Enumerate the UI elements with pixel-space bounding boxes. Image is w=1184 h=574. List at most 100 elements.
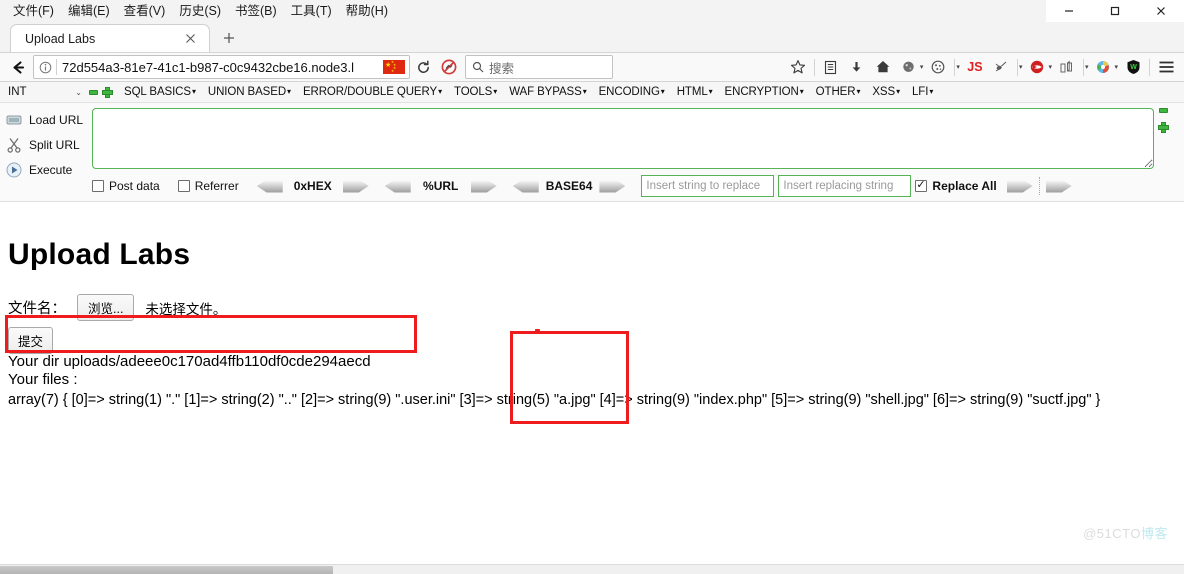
post-data-checkbox[interactable] (92, 180, 104, 192)
replace-secondary-arrow-icon[interactable] (1045, 179, 1072, 193)
adblock-shield-icon[interactable]: W (1120, 54, 1146, 80)
address-bar-url[interactable]: 72d554a3-81e7-41c1-b987-c0c9432cbe16.nod… (57, 60, 383, 75)
useragent-dropdown-icon[interactable]: ▾ (1114, 63, 1118, 71)
hackbar-dropdown-icon[interactable]: ▾ (1048, 63, 1052, 71)
menu-help[interactable]: 帮助(H) (339, 1, 395, 21)
url-decode-arrow-icon[interactable] (384, 179, 411, 193)
files-array-dump: array(7) { [0]=> string(1) "." [1]=> str… (8, 392, 1101, 408)
hackbar-actions: Load URL Split URL Execute (0, 103, 92, 201)
referrer-checkbox[interactable] (177, 180, 190, 192)
menu-arrow-icon: ▾ (929, 87, 934, 96)
proxy-dropdown-icon[interactable]: ▾ (1085, 63, 1089, 71)
label: ERROR/DOUBLE QUERY (302, 86, 438, 98)
replace-with-input[interactable]: Insert replacing string (778, 175, 912, 197)
hackbar-url-textarea[interactable] (92, 108, 1154, 169)
hackbar-menu-sql-basics[interactable]: SQL BASICS▾ (118, 86, 202, 98)
minimize-button[interactable] (1046, 0, 1092, 22)
menu-arrow-icon: ▾ (493, 87, 498, 96)
label: WAF BYPASS (509, 86, 582, 98)
tab-title: Upload Labs (25, 31, 96, 46)
execute-button[interactable]: Execute (0, 157, 92, 182)
base64-encode-arrow-icon[interactable] (599, 179, 626, 193)
base64-codec-label: BASE64 (545, 179, 593, 193)
base64-decode-arrow-icon[interactable] (512, 179, 539, 193)
hackbar-menu-html[interactable]: HTML▾ (671, 86, 719, 98)
replace-divider (1038, 177, 1040, 195)
replace-search-input[interactable]: Insert string to replace (641, 175, 775, 197)
hackbar-type-value: INT (8, 86, 27, 98)
downloads-icon[interactable] (844, 54, 870, 80)
close-button[interactable] (1138, 0, 1184, 22)
search-bar[interactable]: 搜索 (465, 55, 613, 79)
menu-edit[interactable]: 编辑(E) (61, 1, 117, 21)
execute-icon (4, 160, 23, 179)
javascript-toggle-icon[interactable]: JS (962, 54, 988, 80)
library-icon[interactable] (818, 54, 844, 80)
hamburger-menu-icon[interactable] (1153, 54, 1179, 80)
back-button[interactable] (5, 59, 31, 76)
hackbar-menu-lfi[interactable]: LFI▾ (906, 86, 939, 98)
page-info-icon[interactable] (34, 61, 56, 74)
menu-bar: 文件(F) 编辑(E) 查看(V) 历史(S) 书签(B) 工具(T) 帮助(H… (0, 1, 395, 21)
load-url-button[interactable]: Load URL (0, 107, 92, 132)
reload-icon (417, 59, 429, 73)
hackbar-icon[interactable] (1024, 54, 1050, 80)
address-bar[interactable]: 72d554a3-81e7-41c1-b987-c0c9432cbe16.nod… (33, 55, 410, 79)
horizontal-scrollbar-thumb[interactable] (0, 566, 333, 574)
menu-file[interactable]: 文件(F) (6, 1, 61, 21)
referrer-checkbox-group[interactable]: Referrer (177, 179, 239, 193)
cookie-dropdown-icon[interactable]: ▾ (956, 63, 960, 71)
replace-apply-arrow-icon[interactable] (1006, 179, 1033, 193)
hex-decode-arrow-icon[interactable] (256, 179, 283, 193)
menu-view[interactable]: 查看(V) (117, 1, 173, 21)
menu-tools[interactable]: 工具(T) (284, 1, 339, 21)
firebug-icon[interactable] (896, 54, 922, 80)
page-title: Upload Labs (8, 238, 191, 271)
hex-encode-arrow-icon[interactable] (342, 179, 369, 193)
replace-all-checkbox-group[interactable]: Replace All (915, 178, 997, 193)
new-tab-button[interactable] (216, 25, 242, 51)
toolbar-divider-3 (1016, 58, 1018, 76)
content-blocker-icon[interactable] (436, 54, 462, 80)
submit-button[interactable]: 提交 (8, 327, 54, 354)
tamper-dropdown-icon[interactable]: ▾ (1019, 63, 1023, 71)
reload-button[interactable] (410, 54, 436, 80)
watermark-suffix: 博客 (1140, 526, 1168, 541)
minus-icon[interactable] (89, 89, 98, 95)
plus-icon[interactable] (102, 86, 113, 98)
hackbar-menu-other[interactable]: OTHER▾ (810, 86, 867, 98)
proxy-switch-icon[interactable] (1054, 54, 1080, 80)
tab-upload-labs[interactable]: Upload Labs (10, 24, 210, 52)
url-encode-arrow-icon[interactable] (470, 179, 497, 193)
hackbar-menu-error-double-query[interactable]: ERROR/DOUBLE QUERY▾ (297, 86, 448, 98)
hackbar-menu-waf-bypass[interactable]: WAF BYPASS▾ (503, 86, 592, 98)
firebug-dropdown-icon[interactable]: ▾ (920, 63, 924, 71)
hackbar-menu-xss[interactable]: XSS▾ (866, 86, 906, 98)
label: LFI (912, 86, 929, 98)
hackbar-menu-encryption[interactable]: ENCRYPTION▾ (719, 86, 810, 98)
toolbar-divider-4 (1082, 58, 1084, 76)
hackbar-menu-union-based[interactable]: UNION BASED▾ (202, 86, 297, 98)
bookmark-star-icon[interactable] (785, 54, 811, 80)
tamper-data-icon[interactable] (988, 54, 1014, 80)
menu-bookmarks[interactable]: 书签(B) (228, 1, 284, 21)
hackbar-type-select[interactable]: INT ⌄ (4, 86, 86, 98)
split-url-label: Split URL (29, 137, 80, 152)
menu-arrow-icon: ▾ (287, 87, 291, 96)
base64-codec-group: BASE64 (512, 179, 626, 193)
hackbar-menu-encoding[interactable]: ENCODING▾ (593, 86, 671, 98)
user-agent-icon[interactable] (1090, 54, 1116, 80)
collapse-minus-icon[interactable] (1158, 108, 1168, 113)
hackbar-menu-tools[interactable]: TOOLS▾ (448, 86, 503, 98)
post-data-checkbox-group[interactable]: Post data (92, 179, 160, 193)
tab-close-icon[interactable] (181, 30, 199, 48)
split-url-button[interactable]: Split URL (0, 132, 92, 157)
home-icon[interactable] (870, 54, 896, 80)
horizontal-scrollbar[interactable] (0, 564, 1184, 574)
maximize-button[interactable] (1092, 0, 1138, 22)
browse-button[interactable]: 浏览... (77, 294, 135, 321)
expand-plus-icon[interactable] (1157, 122, 1169, 133)
replace-all-checkbox[interactable] (915, 178, 928, 192)
menu-history[interactable]: 历史(S) (172, 1, 228, 21)
cookie-icon[interactable] (925, 54, 951, 80)
